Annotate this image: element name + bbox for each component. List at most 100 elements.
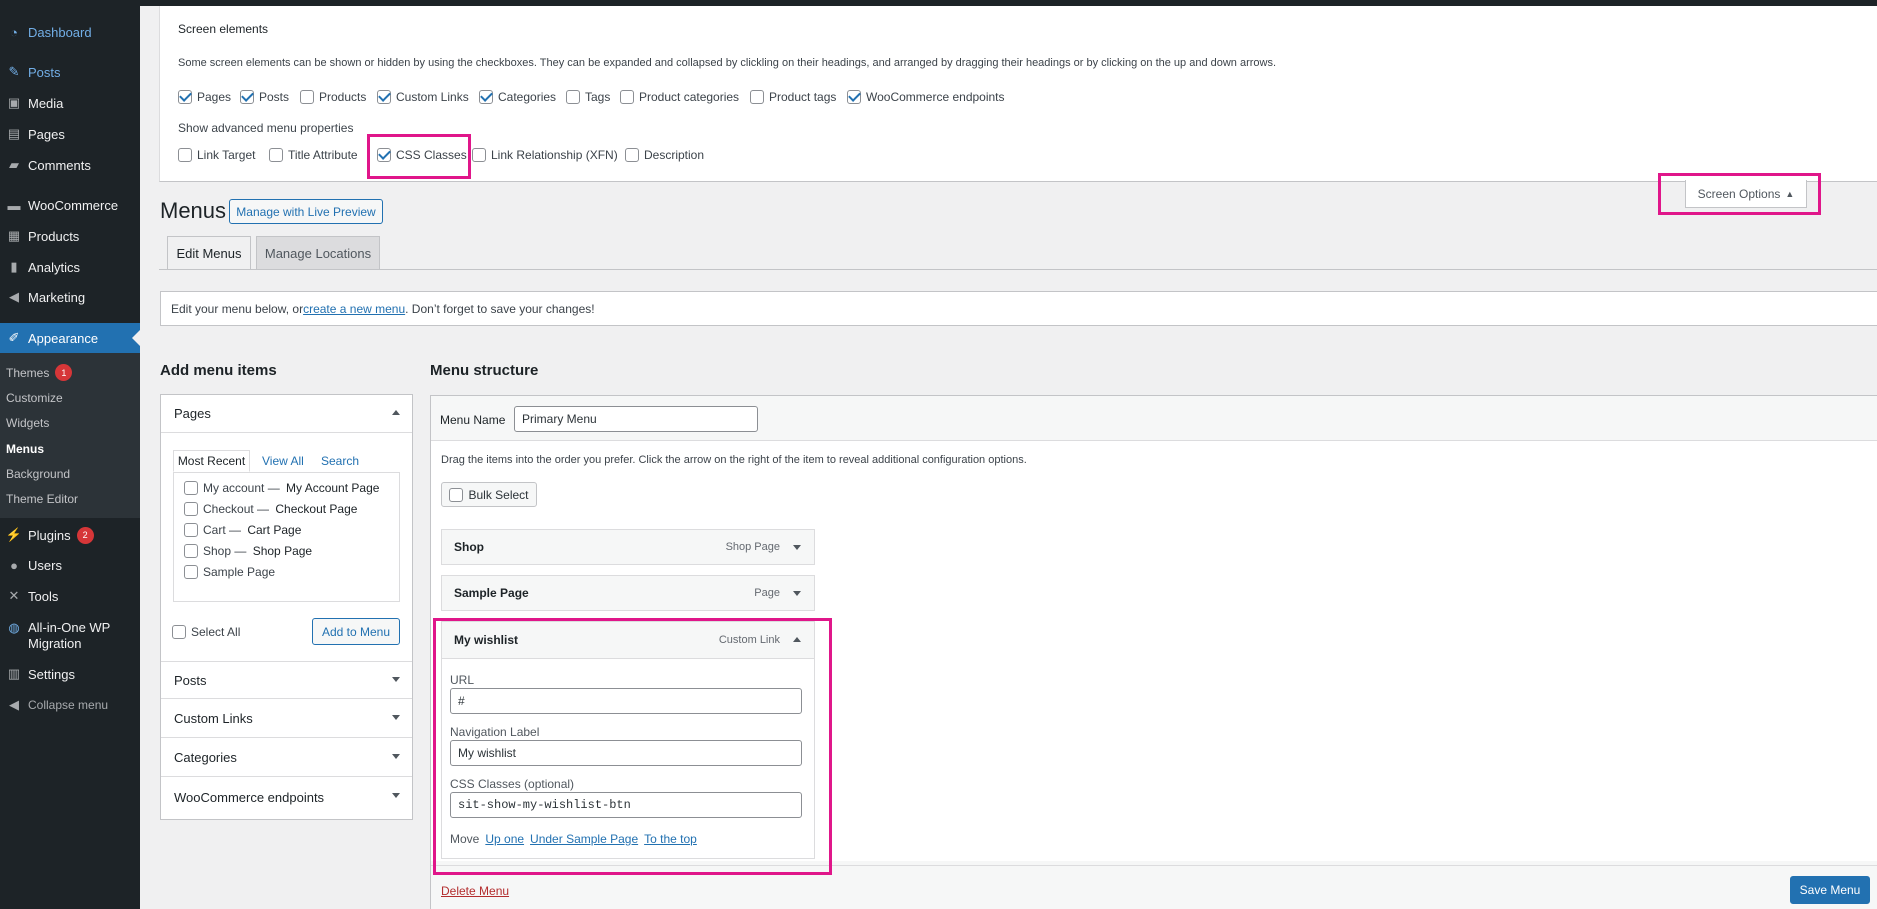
menu-item-sample-page[interactable]: Sample Page Page — [441, 575, 815, 611]
checkbox[interactable] — [300, 90, 314, 104]
categories-section-header[interactable]: Categories — [161, 739, 412, 777]
page-option-my-account[interactable]: My account — My Account Page — [184, 481, 379, 495]
woo-icon: ▬ — [7, 197, 21, 213]
advanced-title-attribute[interactable]: Title Attribute — [269, 148, 358, 162]
sidebar-item-analytics[interactable]: ▮ Analytics — [0, 252, 140, 282]
wrench-icon: ✕ — [8, 588, 20, 603]
advanced-description[interactable]: Description — [625, 148, 704, 162]
tab-view-all[interactable]: View All — [262, 450, 304, 472]
submenu-item-theme-editor[interactable]: Theme Editor — [6, 492, 78, 506]
checkbox[interactable] — [625, 148, 639, 162]
sidebar-item-products[interactable]: ▦ Products — [0, 221, 140, 251]
user-icon: ● — [10, 557, 18, 573]
tab-manage-locations[interactable]: Manage Locations — [256, 236, 380, 270]
checkbox[interactable] — [172, 625, 186, 639]
screen-element-posts[interactable]: Posts — [240, 90, 289, 104]
sidebar-item-posts[interactable]: ✎ Posts — [0, 57, 140, 87]
collapse-menu-button[interactable]: ◀ Collapse menu — [0, 690, 140, 720]
checkbox[interactable] — [184, 565, 198, 579]
sidebar-item-pages[interactable]: ▤ Pages — [0, 119, 140, 149]
sidebar-item-settings[interactable]: ▥ Settings — [0, 659, 140, 689]
sidebar-item-users[interactable]: ● Users — [0, 550, 140, 580]
page-option-cart[interactable]: Cart — Cart Page — [184, 523, 301, 537]
menu-name-input[interactable]: Primary Menu — [514, 406, 758, 432]
screen-element-pages[interactable]: Pages — [178, 90, 231, 104]
checkbox[interactable] — [184, 502, 198, 516]
custom-links-section-header[interactable]: Custom Links — [161, 700, 412, 738]
screen-element-custom-links[interactable]: Custom Links — [377, 90, 469, 104]
checkbox[interactable] — [184, 544, 198, 558]
page-title: Menus — [160, 198, 227, 223]
checkbox[interactable] — [178, 90, 192, 104]
sidebar-item-appearance[interactable]: ✐ Appearance — [0, 323, 140, 353]
create-new-menu-link[interactable]: create a new menu — [303, 302, 405, 316]
collapse-arrow-icon — [392, 410, 400, 415]
sidebar-item-woocommerce[interactable]: ▬ WooCommerce — [0, 190, 140, 220]
delete-menu-link[interactable]: Delete Menu — [441, 884, 509, 898]
checkbox[interactable] — [178, 148, 192, 162]
settings-icon: ▥ — [7, 666, 21, 681]
checkbox[interactable] — [847, 90, 861, 104]
page-option-shop[interactable]: Shop — Shop Page — [184, 544, 312, 558]
migration-icon: ◍ — [8, 620, 20, 635]
page-option-checkout[interactable]: Checkout — Checkout Page — [184, 502, 357, 516]
checkbox[interactable] — [472, 148, 486, 162]
submenu-item-customize[interactable]: Customize — [6, 391, 63, 405]
advanced-link-target[interactable]: Link Target — [178, 148, 255, 162]
screen-element-products[interactable]: Products — [300, 90, 366, 104]
advanced-link-relationship[interactable]: Link Relationship (XFN) — [472, 148, 618, 162]
advanced-properties-title: Show advanced menu properties — [178, 121, 354, 135]
posts-section-header[interactable]: Posts — [161, 661, 412, 699]
sidebar-item-comments[interactable]: ▰ Comments — [0, 150, 140, 180]
menu-name-header: Menu Name Primary Menu — [431, 396, 1877, 441]
tab-search[interactable]: Search — [321, 450, 359, 472]
pages-section-header[interactable]: Pages — [161, 395, 412, 433]
checkbox[interactable] — [184, 481, 198, 495]
select-all-pages[interactable]: Select All — [172, 625, 240, 639]
checkbox[interactable] — [269, 148, 283, 162]
checkbox[interactable] — [377, 90, 391, 104]
checkbox[interactable] — [566, 90, 580, 104]
checkbox[interactable] — [184, 523, 198, 537]
save-menu-button[interactable]: Save Menu — [1790, 876, 1870, 904]
sidebar-item-dashboard[interactable]: ◔ Dashboard — [0, 17, 140, 47]
page-option-sample-page[interactable]: Sample Page — [184, 565, 275, 579]
dashboard-icon: ◔ — [10, 24, 18, 40]
screen-element-product-tags[interactable]: Product tags — [750, 90, 836, 104]
menu-structure-title: Menu structure — [430, 362, 539, 379]
screen-elements-description: Some screen elements can be shown or hid… — [178, 57, 1277, 69]
tab-edit-menus[interactable]: Edit Menus — [167, 236, 251, 270]
plugin-icon: ⚡ — [5, 527, 23, 542]
brush-icon: ✐ — [8, 330, 20, 345]
bulk-select-button[interactable]: Bulk Select — [441, 482, 537, 507]
sidebar-item-all-in-one-wp-migration[interactable]: ◍ All-in-One WP Migration — [0, 616, 140, 656]
submenu-item-themes[interactable]: Themes 1 — [6, 364, 73, 381]
checkbox[interactable] — [750, 90, 764, 104]
submenu-item-widgets[interactable]: Widgets — [6, 416, 49, 430]
checkbox[interactable] — [240, 90, 254, 104]
manage-live-preview-button[interactable]: Manage with Live Preview — [229, 199, 383, 224]
plugins-update-badge: 2 — [76, 526, 94, 544]
add-menu-items-accordion: Pages Most Recent View All Search My acc… — [160, 394, 413, 820]
sidebar-item-tools[interactable]: ✕ Tools — [0, 581, 140, 611]
expand-arrow-icon[interactable] — [793, 545, 801, 550]
screen-element-product-categories[interactable]: Product categories — [620, 90, 739, 104]
add-to-menu-button[interactable]: Add to Menu — [312, 618, 400, 645]
checkbox[interactable] — [449, 487, 464, 502]
sidebar-item-plugins[interactable]: ⚡ Plugins 2 — [0, 520, 140, 550]
submenu-item-menus[interactable]: Menus — [6, 442, 44, 456]
screen-element-categories[interactable]: Categories — [479, 90, 556, 104]
screen-element-woocommerce-endpoints[interactable]: WooCommerce endpoints — [847, 90, 1005, 104]
menu-item-shop[interactable]: Shop Shop Page — [441, 529, 815, 565]
admin-sidebar: ◔ Dashboard ✎ Posts ▣ Media ▤ Pages ▰ Comment… — [0, 0, 140, 909]
checkbox[interactable] — [479, 90, 493, 104]
expand-arrow-icon[interactable] — [793, 591, 801, 596]
checkbox[interactable] — [620, 90, 634, 104]
sidebar-item-marketing[interactable]: ◀ Marketing — [0, 282, 140, 312]
tab-most-recent[interactable]: Most Recent — [173, 450, 250, 472]
screen-element-tags[interactable]: Tags — [566, 90, 610, 104]
submenu-item-background[interactable]: Background — [6, 467, 70, 481]
pages-icon: ▤ — [7, 126, 21, 141]
sidebar-item-media[interactable]: ▣ Media — [0, 88, 140, 118]
woocommerce-endpoints-section-header[interactable]: WooCommerce endpoints — [161, 778, 412, 816]
